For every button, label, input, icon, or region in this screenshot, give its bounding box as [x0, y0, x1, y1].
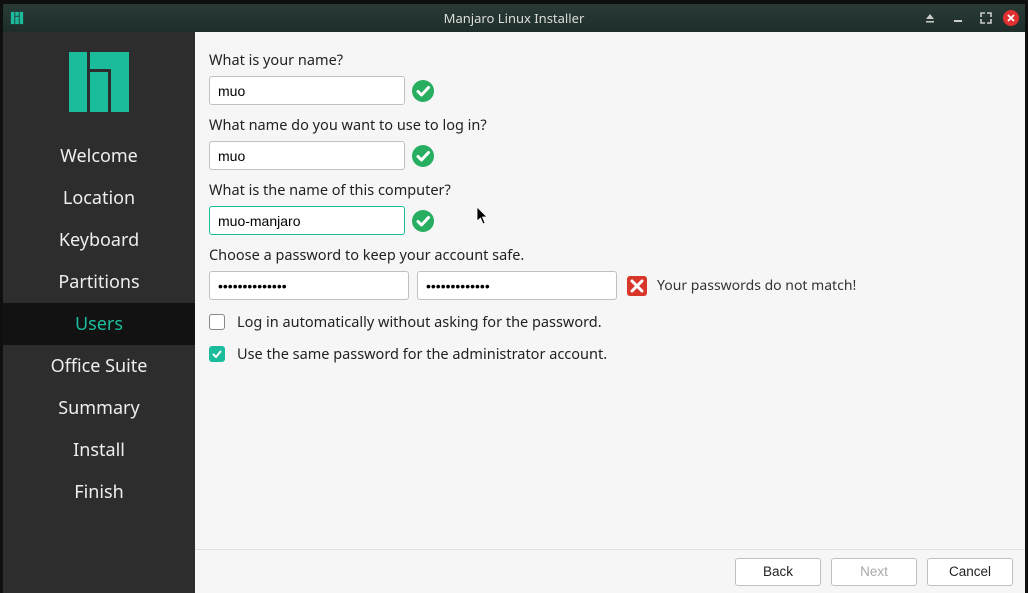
reuse-pw-label: Use the same password for the administra…: [237, 344, 607, 364]
name-label: What is your name?: [209, 50, 1011, 70]
titlebar: Manjaro Linux Installer: [3, 4, 1025, 32]
hostname-label: What is the name of this computer?: [209, 180, 1011, 200]
minimize-icon[interactable]: [947, 8, 969, 28]
hostname-field-block: What is the name of this computer?: [209, 180, 1011, 235]
manjaro-logo: [67, 50, 131, 119]
next-button[interactable]: Next: [831, 558, 917, 586]
main-panel: What is your name? What name do you want…: [195, 32, 1025, 593]
autologin-row: Log in automatically without asking for …: [209, 312, 1011, 332]
app-icon: [9, 10, 25, 26]
login-field-block: What name do you want to use to log in?: [209, 115, 1011, 170]
check-icon: [411, 79, 435, 103]
hostname-input[interactable]: [209, 206, 405, 235]
error-icon: [625, 274, 649, 298]
check-icon: [411, 144, 435, 168]
sidebar: Welcome Location Keyboard Partitions Use…: [3, 32, 195, 593]
sidebar-item-partitions[interactable]: Partitions: [3, 261, 195, 303]
maximize-icon[interactable]: [975, 8, 997, 28]
sidebar-item-summary[interactable]: Summary: [3, 387, 195, 429]
keep-above-icon[interactable]: [919, 8, 941, 28]
sidebar-item-office-suite[interactable]: Office Suite: [3, 345, 195, 387]
name-input[interactable]: [209, 76, 405, 105]
check-icon: [411, 209, 435, 233]
autologin-checkbox[interactable]: [209, 314, 225, 330]
sidebar-item-location[interactable]: Location: [3, 177, 195, 219]
window-title: Manjaro Linux Installer: [3, 9, 1025, 27]
autologin-label: Log in automatically without asking for …: [237, 312, 602, 332]
reuse-pw-row: Use the same password for the administra…: [209, 344, 1011, 364]
sidebar-item-install[interactable]: Install: [3, 429, 195, 471]
password-confirm-input[interactable]: [417, 271, 617, 300]
sidebar-item-finish[interactable]: Finish: [3, 471, 195, 513]
password-label: Choose a password to keep your account s…: [209, 245, 1011, 265]
login-input[interactable]: [209, 141, 405, 170]
reuse-pw-checkbox[interactable]: [209, 346, 225, 362]
login-label: What name do you want to use to log in?: [209, 115, 1011, 135]
close-icon[interactable]: [1003, 10, 1019, 26]
password-error-text: Your passwords do not match!: [657, 276, 856, 295]
titlebar-controls: [919, 8, 1019, 28]
installer-window: Manjaro Linux Installer: [3, 4, 1025, 593]
password-field-block: Choose a password to keep your account s…: [209, 245, 1011, 300]
back-button[interactable]: Back: [735, 558, 821, 586]
footer: Back Next Cancel: [195, 549, 1025, 593]
sidebar-item-keyboard[interactable]: Keyboard: [3, 219, 195, 261]
sidebar-item-welcome[interactable]: Welcome: [3, 135, 195, 177]
form-area: What is your name? What name do you want…: [195, 32, 1025, 549]
cancel-button[interactable]: Cancel: [927, 558, 1013, 586]
password-input[interactable]: [209, 271, 409, 300]
content: Welcome Location Keyboard Partitions Use…: [3, 32, 1025, 593]
name-field-block: What is your name?: [209, 50, 1011, 105]
sidebar-item-users[interactable]: Users: [3, 303, 195, 345]
